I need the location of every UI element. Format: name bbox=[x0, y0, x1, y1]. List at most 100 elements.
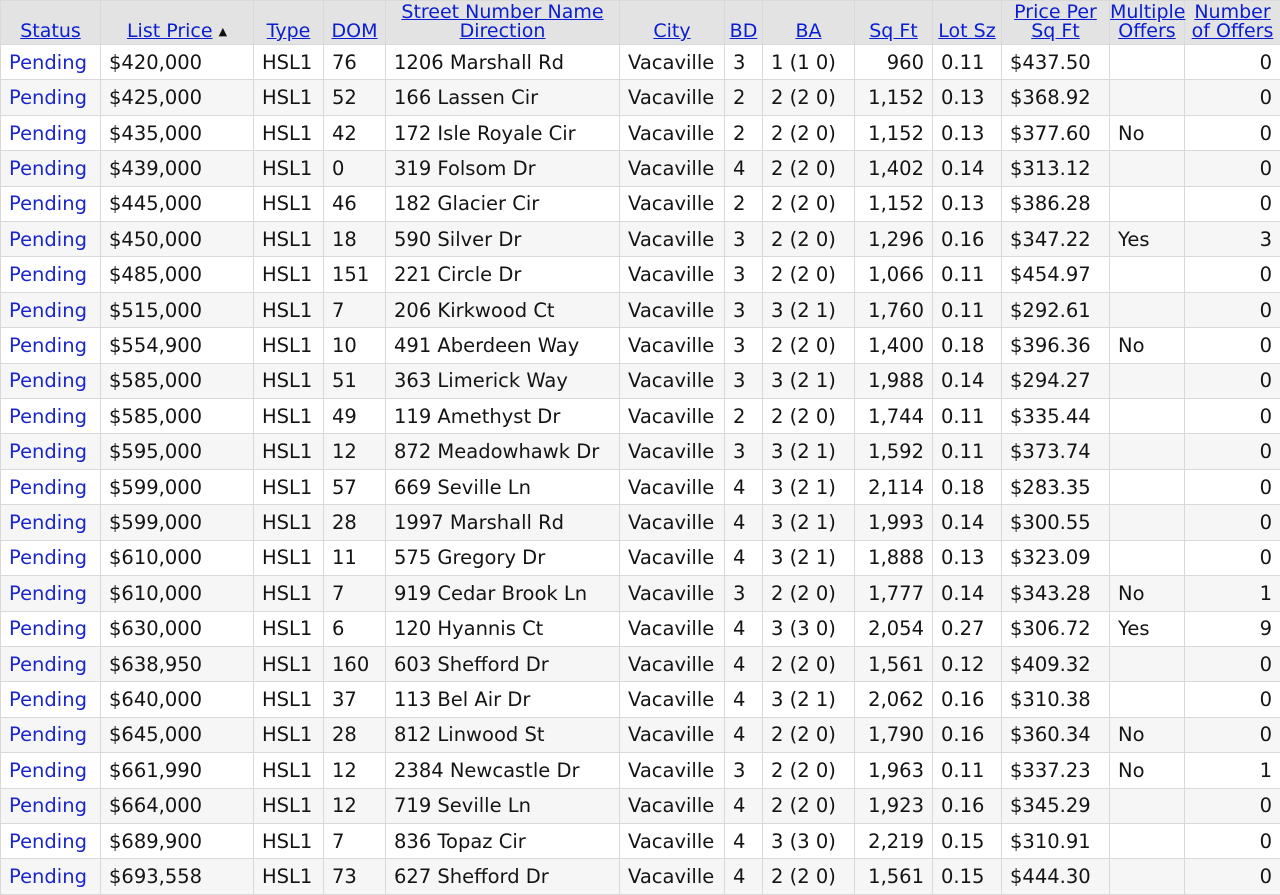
sqft-cell: 1,561 bbox=[855, 859, 933, 894]
lot-size-cell: 0.13 bbox=[933, 80, 1002, 115]
table-row[interactable]: Pending$515,000HSL17206 Kirkwood CtVacav… bbox=[1, 292, 1280, 327]
status-cell[interactable]: Pending bbox=[1, 788, 101, 823]
sort-link-ba[interactable]: BA bbox=[795, 20, 821, 42]
status-cell[interactable]: Pending bbox=[1, 292, 101, 327]
table-row[interactable]: Pending$610,000HSL111575 Gregory DrVacav… bbox=[1, 540, 1280, 575]
status-cell[interactable]: Pending bbox=[1, 115, 101, 150]
ba-cell: 3 (2 1) bbox=[763, 434, 855, 469]
sort-link-bd[interactable]: BD bbox=[730, 20, 758, 42]
sort-link-lot-size[interactable]: Lot Sz bbox=[938, 20, 995, 42]
sort-link-list-price[interactable]: List Price bbox=[127, 20, 213, 42]
status-cell[interactable]: Pending bbox=[1, 434, 101, 469]
sort-link-multiple-offers[interactable]: Multiple Offers bbox=[1110, 1, 1185, 42]
status-cell[interactable]: Pending bbox=[1, 257, 101, 292]
status-cell[interactable]: Pending bbox=[1, 823, 101, 858]
address-cell: 1997 Marshall Rd bbox=[386, 505, 620, 540]
status-cell[interactable]: Pending bbox=[1, 469, 101, 504]
table-row[interactable]: Pending$554,900HSL110491 Aberdeen WayVac… bbox=[1, 328, 1280, 363]
table-row[interactable]: Pending$664,000HSL112719 Seville LnVacav… bbox=[1, 788, 1280, 823]
list-price-cell: $435,000 bbox=[101, 115, 254, 150]
sort-link-status[interactable]: Status bbox=[20, 20, 81, 42]
status-cell[interactable]: Pending bbox=[1, 576, 101, 611]
status-cell[interactable]: Pending bbox=[1, 45, 101, 80]
number-of-offers-cell: 0 bbox=[1185, 328, 1280, 363]
table-row[interactable]: Pending$693,558HSL173627 Shefford DrVaca… bbox=[1, 859, 1280, 894]
lot-size-cell: 0.11 bbox=[933, 399, 1002, 434]
table-row[interactable]: Pending$630,000HSL16120 Hyannis CtVacavi… bbox=[1, 611, 1280, 646]
number-of-offers-cell: 0 bbox=[1185, 292, 1280, 327]
table-row[interactable]: Pending$420,000HSL1761206 Marshall RdVac… bbox=[1, 45, 1280, 80]
status-cell[interactable]: Pending bbox=[1, 753, 101, 788]
table-row[interactable]: Pending$599,000HSL1281997 Marshall RdVac… bbox=[1, 505, 1280, 540]
sort-link-dom[interactable]: DOM bbox=[332, 20, 378, 42]
number-of-offers-cell: 9 bbox=[1185, 611, 1280, 646]
status-cell[interactable]: Pending bbox=[1, 859, 101, 894]
status-cell[interactable]: Pending bbox=[1, 611, 101, 646]
table-row[interactable]: Pending$640,000HSL137113 Bel Air DrVacav… bbox=[1, 682, 1280, 717]
city-cell: Vacaville bbox=[620, 292, 725, 327]
number-of-offers-cell: 0 bbox=[1185, 717, 1280, 752]
status-cell[interactable]: Pending bbox=[1, 682, 101, 717]
table-row[interactable]: Pending$645,000HSL128812 Linwood StVacav… bbox=[1, 717, 1280, 752]
number-of-offers-cell: 0 bbox=[1185, 682, 1280, 717]
table-row[interactable]: Pending$585,000HSL151363 Limerick WayVac… bbox=[1, 363, 1280, 398]
table-row[interactable]: Pending$638,950HSL1160603 Shefford DrVac… bbox=[1, 646, 1280, 681]
table-row[interactable]: Pending$599,000HSL157669 Seville LnVacav… bbox=[1, 469, 1280, 504]
table-row[interactable]: Pending$485,000HSL1151221 Circle DrVacav… bbox=[1, 257, 1280, 292]
sqft-cell: 1,296 bbox=[855, 222, 933, 257]
status-cell[interactable]: Pending bbox=[1, 363, 101, 398]
sort-link-type[interactable]: Type bbox=[267, 20, 311, 42]
table-row[interactable]: Pending$585,000HSL149119 Amethyst DrVaca… bbox=[1, 399, 1280, 434]
city-cell: Vacaville bbox=[620, 753, 725, 788]
address-cell: 719 Seville Ln bbox=[386, 788, 620, 823]
table-row[interactable]: Pending$425,000HSL152166 Lassen CirVacav… bbox=[1, 80, 1280, 115]
table-row[interactable]: Pending$435,000HSL142172 Isle Royale Cir… bbox=[1, 115, 1280, 150]
sort-link-city[interactable]: City bbox=[653, 20, 690, 42]
table-row[interactable]: Pending$661,990HSL1122384 Newcastle DrVa… bbox=[1, 753, 1280, 788]
sort-link-price-per-sqft[interactable]: Price Per Sq Ft bbox=[1014, 1, 1097, 42]
status-cell[interactable]: Pending bbox=[1, 151, 101, 186]
status-cell[interactable]: Pending bbox=[1, 80, 101, 115]
price-per-sqft-cell: $396.36 bbox=[1002, 328, 1110, 363]
number-of-offers-cell: 0 bbox=[1185, 788, 1280, 823]
status-cell[interactable]: Pending bbox=[1, 717, 101, 752]
sqft-cell: 1,592 bbox=[855, 434, 933, 469]
status-cell[interactable]: Pending bbox=[1, 646, 101, 681]
number-of-offers-cell: 0 bbox=[1185, 115, 1280, 150]
dom-cell: 0 bbox=[324, 151, 386, 186]
city-cell: Vacaville bbox=[620, 682, 725, 717]
sort-link-number-of-offers[interactable]: Number of Offers bbox=[1192, 1, 1274, 42]
ba-cell: 2 (2 0) bbox=[763, 222, 855, 257]
city-cell: Vacaville bbox=[620, 45, 725, 80]
status-cell[interactable]: Pending bbox=[1, 399, 101, 434]
type-cell: HSL1 bbox=[254, 540, 324, 575]
status-cell[interactable]: Pending bbox=[1, 540, 101, 575]
type-cell: HSL1 bbox=[254, 328, 324, 363]
sort-link-sqft[interactable]: Sq Ft bbox=[869, 20, 918, 42]
multiple-offers-cell bbox=[1110, 682, 1185, 717]
dom-cell: 51 bbox=[324, 363, 386, 398]
status-cell[interactable]: Pending bbox=[1, 222, 101, 257]
table-row[interactable]: Pending$689,900HSL17836 Topaz CirVacavil… bbox=[1, 823, 1280, 858]
status-cell[interactable]: Pending bbox=[1, 505, 101, 540]
table-row[interactable]: Pending$450,000HSL118590 Silver DrVacavi… bbox=[1, 222, 1280, 257]
ba-cell: 3 (3 0) bbox=[763, 611, 855, 646]
sort-link-address[interactable]: Street Number Name Direction bbox=[401, 1, 603, 42]
sqft-cell: 1,152 bbox=[855, 80, 933, 115]
table-row[interactable]: Pending$610,000HSL17919 Cedar Brook LnVa… bbox=[1, 576, 1280, 611]
sqft-cell: 1,790 bbox=[855, 717, 933, 752]
list-price-cell: $439,000 bbox=[101, 151, 254, 186]
table-row[interactable]: Pending$445,000HSL146182 Glacier CirVaca… bbox=[1, 186, 1280, 221]
ba-cell: 2 (2 0) bbox=[763, 399, 855, 434]
table-row[interactable]: Pending$595,000HSL112872 Meadowhawk DrVa… bbox=[1, 434, 1280, 469]
type-cell: HSL1 bbox=[254, 788, 324, 823]
list-price-cell: $585,000 bbox=[101, 399, 254, 434]
city-cell: Vacaville bbox=[620, 222, 725, 257]
address-cell: 575 Gregory Dr bbox=[386, 540, 620, 575]
status-cell[interactable]: Pending bbox=[1, 328, 101, 363]
status-cell[interactable]: Pending bbox=[1, 186, 101, 221]
number-of-offers-cell: 0 bbox=[1185, 505, 1280, 540]
table-row[interactable]: Pending$439,000HSL10319 Folsom DrVacavil… bbox=[1, 151, 1280, 186]
list-price-cell: $638,950 bbox=[101, 646, 254, 681]
type-cell: HSL1 bbox=[254, 151, 324, 186]
